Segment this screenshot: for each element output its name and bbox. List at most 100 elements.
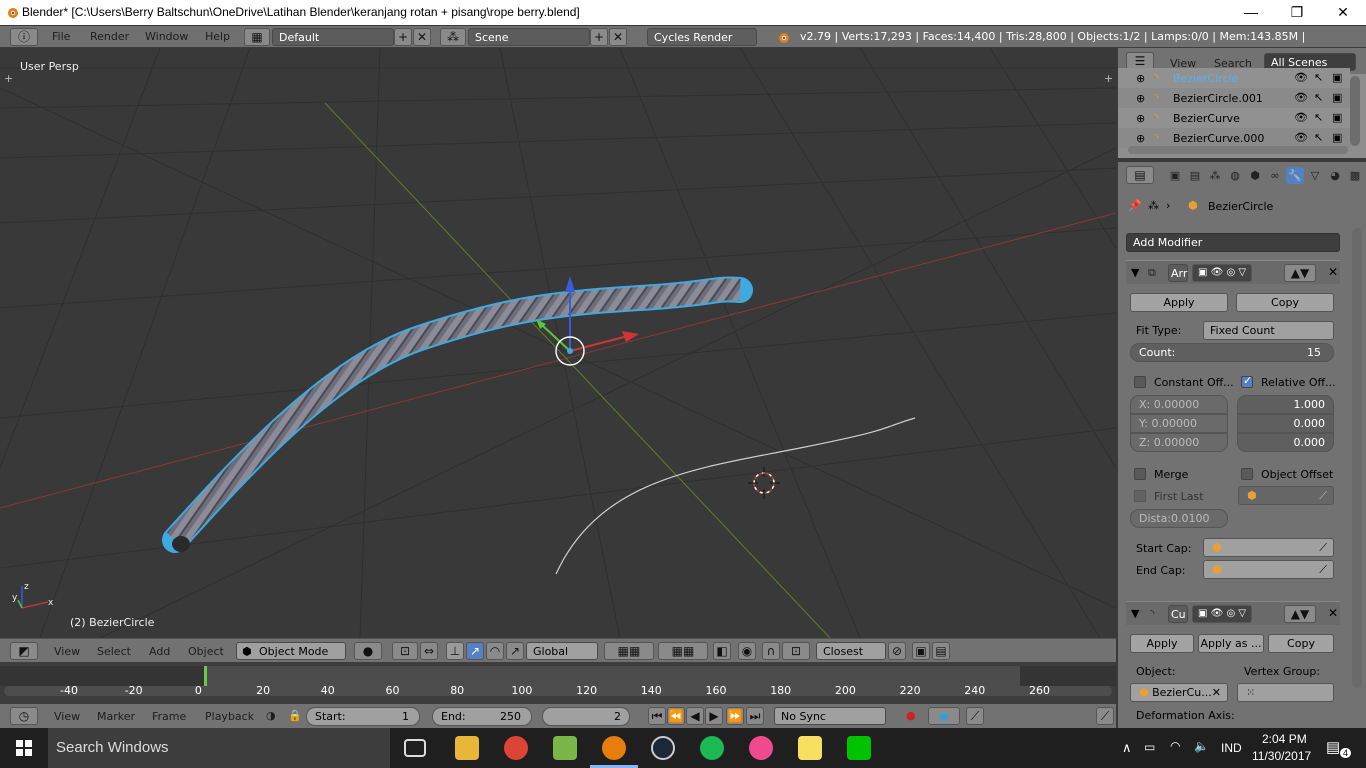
use-preview-range-icon[interactable]: ◑ bbox=[266, 708, 276, 724]
spotify-icon[interactable] bbox=[700, 736, 724, 760]
render-layers-tab-icon[interactable]: ▤ bbox=[1186, 167, 1204, 184]
clear-field-icon[interactable]: ✕ bbox=[1212, 684, 1221, 701]
volume-icon[interactable]: 🔈 bbox=[1194, 739, 1209, 753]
jump-to-end-icon[interactable]: ⏭ bbox=[746, 707, 764, 725]
visibility-eye-icon[interactable]: 👁 bbox=[1294, 71, 1308, 84]
remove-scene-button[interactable]: ✕ bbox=[609, 28, 627, 46]
offset-object-field[interactable]: ⬢ ⟋ bbox=[1238, 486, 1334, 505]
menu-timeline-view[interactable]: View bbox=[54, 709, 80, 725]
viewport-shading-button[interactable]: ● bbox=[354, 642, 382, 660]
fit-type-dropdown[interactable]: Fixed Count bbox=[1203, 321, 1334, 340]
data-tab-icon[interactable]: ▽ bbox=[1306, 167, 1324, 184]
jump-to-keyframe-forward-icon[interactable]: ⏩ bbox=[726, 707, 744, 725]
play-icon[interactable]: ▶ bbox=[705, 707, 723, 725]
proportional-edit-icon[interactable]: ◉ bbox=[738, 642, 756, 660]
taskbar-search-box[interactable]: Search Windows bbox=[48, 728, 390, 768]
end-cap-field[interactable]: ⬢ ⟋ bbox=[1203, 560, 1334, 579]
pin-icon[interactable]: 📌 bbox=[1128, 199, 1142, 212]
outliner-item[interactable]: ⊕ ◝ BezierCircle 👁 ↖ ▣ bbox=[1118, 68, 1350, 88]
task-view-icon[interactable] bbox=[404, 739, 426, 757]
sticky-notes-icon[interactable] bbox=[798, 736, 822, 760]
translate-manipulator-icon[interactable]: ⊥ bbox=[446, 642, 464, 660]
constraints-tab-icon[interactable]: ∞ bbox=[1266, 167, 1284, 184]
render-opengl-animation-icon[interactable]: ▤ bbox=[932, 642, 950, 660]
curve-modifier-name[interactable]: Cu bbox=[1168, 605, 1188, 623]
renderability-camera-icon[interactable]: ▣ bbox=[1332, 131, 1342, 144]
keyframe-delete-icon[interactable]: ⟋ bbox=[1096, 707, 1114, 725]
renderability-camera-icon[interactable]: ▣ bbox=[1332, 91, 1342, 104]
add-modifier-dropdown[interactable]: Add Modifier bbox=[1126, 233, 1340, 252]
auto-keying-record-icon[interactable]: ● bbox=[906, 708, 916, 724]
renderability-camera-icon[interactable]: ▣ bbox=[1332, 71, 1342, 84]
visibility-eye-icon[interactable]: 👁 bbox=[1294, 131, 1308, 144]
interaction-mode-dropdown[interactable]: ⬢ Object Mode bbox=[236, 642, 346, 660]
curve-apply-as-button[interactable]: Apply as ... bbox=[1198, 634, 1264, 653]
start-cap-eyedropper-icon[interactable]: ⟋ bbox=[1319, 539, 1327, 556]
vertex-group-field[interactable]: ⁙ bbox=[1237, 683, 1334, 702]
add-scene-button[interactable]: + bbox=[590, 28, 608, 46]
merge-checkbox[interactable] bbox=[1134, 468, 1146, 480]
selectability-cursor-icon[interactable]: ↖ bbox=[1314, 71, 1323, 84]
menu-help[interactable]: Help bbox=[205, 29, 230, 45]
visibility-eye-icon[interactable]: 👁 bbox=[1294, 91, 1308, 104]
selectability-cursor-icon[interactable]: ↖ bbox=[1314, 111, 1323, 124]
layers-second-block-icon[interactable]: ▦▦ bbox=[658, 642, 708, 660]
jump-to-start-icon[interactable]: ⏮ bbox=[648, 707, 666, 725]
sync-mode-dropdown[interactable]: No Sync bbox=[774, 707, 886, 725]
menu-add[interactable]: Add bbox=[149, 644, 170, 660]
steam-icon[interactable] bbox=[651, 736, 675, 760]
play-reverse-icon[interactable]: ◀ bbox=[686, 707, 704, 725]
curve-remove-modifier-icon[interactable]: ✕ bbox=[1328, 606, 1338, 620]
outliner-item[interactable]: ⊕ ◝ BezierCurve 👁 ↖ ▣ bbox=[1118, 108, 1350, 128]
current-frame-field[interactable]: 2 bbox=[542, 707, 630, 726]
clock-date[interactable]: 11/30/2017 bbox=[1252, 749, 1311, 763]
visibility-eye-icon[interactable]: 👁 bbox=[1294, 111, 1308, 124]
end-cap-eyedropper-icon[interactable]: ⟋ bbox=[1319, 561, 1327, 578]
editor-type-timeline-button[interactable]: ◷ bbox=[10, 707, 38, 725]
transform-manipulator[interactable] bbox=[0, 48, 1116, 638]
menu-file[interactable]: File bbox=[52, 29, 70, 45]
array-modifier-name[interactable]: Arr bbox=[1168, 264, 1188, 282]
relative-offset-z-field[interactable]: 0.000 bbox=[1237, 433, 1334, 452]
texture-tab-icon[interactable]: ▩ bbox=[1346, 167, 1364, 184]
pivot-point-button[interactable]: ⊡ bbox=[392, 642, 418, 660]
first-last-checkbox[interactable] bbox=[1134, 490, 1146, 502]
scale-manipulator-icon[interactable]: ◠ bbox=[486, 642, 504, 660]
show-hidden-icons-chevron-icon[interactable]: ∧ bbox=[1122, 740, 1132, 756]
outliner-item[interactable]: ⊕ ◝ BezierCircle.001 👁 ↖ ▣ bbox=[1118, 88, 1350, 108]
renderability-camera-icon[interactable]: ▣ bbox=[1332, 111, 1342, 124]
snap-element-icon[interactable]: ⊡ bbox=[782, 642, 810, 660]
outliner-item[interactable]: ⊕ ◝ BezierCurve.000 👁 ↖ ▣ bbox=[1118, 128, 1350, 148]
modifier-visibility-toggles-icon[interactable]: ▣ 👁 ◎ ▽ bbox=[1192, 264, 1252, 282]
curve-copy-button[interactable]: Copy bbox=[1268, 634, 1334, 653]
editor-type-info-button[interactable]: ⓘ bbox=[10, 28, 38, 46]
align-rotation-icon[interactable]: ⊘ bbox=[888, 642, 906, 660]
current-frame-marker[interactable] bbox=[204, 666, 207, 686]
3d-cursor-icon[interactable] bbox=[744, 463, 784, 503]
scene-icon[interactable]: ⁂ bbox=[440, 28, 466, 46]
windows-start-icon[interactable] bbox=[16, 740, 32, 756]
rotate-manipulator-icon[interactable]: ↗ bbox=[466, 642, 484, 660]
battery-icon[interactable]: ▭ bbox=[1144, 740, 1155, 754]
menu-render[interactable]: Render bbox=[90, 29, 129, 45]
curve-collapse-arrow-icon[interactable]: ▼ bbox=[1131, 607, 1139, 620]
object-offset-checkbox[interactable] bbox=[1241, 468, 1253, 480]
start-cap-field[interactable]: ⬢ ⟋ bbox=[1203, 538, 1334, 557]
keying-set-icon[interactable]: ◆ bbox=[928, 707, 960, 725]
properties-scrollbar[interactable] bbox=[1352, 228, 1362, 688]
remove-modifier-icon[interactable]: ✕ bbox=[1328, 265, 1338, 279]
array-copy-button[interactable]: Copy bbox=[1236, 293, 1334, 312]
constant-offset-z-field[interactable]: Z: 0.00000 bbox=[1130, 433, 1228, 452]
maximize-button[interactable]: ❐ bbox=[1274, 0, 1320, 25]
render-engine-dropdown[interactable]: Cycles Render bbox=[647, 28, 757, 46]
relative-offset-x-field[interactable]: 1.000 bbox=[1237, 395, 1334, 414]
snap-toggle-icon[interactable]: ∩ bbox=[762, 642, 780, 660]
input-language-label[interactable]: IND bbox=[1221, 741, 1242, 755]
remove-layout-button[interactable]: ✕ bbox=[413, 28, 431, 46]
expand-icon[interactable]: ⊕ bbox=[1136, 132, 1145, 145]
curve-move-updown-icon[interactable]: ▲▼ bbox=[1284, 605, 1316, 623]
transform-orientation-icon[interactable]: ↗ bbox=[506, 642, 524, 660]
collapse-arrow-icon[interactable]: ▼ bbox=[1131, 266, 1139, 279]
screen-layout-field[interactable]: Default bbox=[272, 28, 394, 46]
modifiers-tab-icon[interactable]: 🔧 bbox=[1286, 167, 1304, 184]
